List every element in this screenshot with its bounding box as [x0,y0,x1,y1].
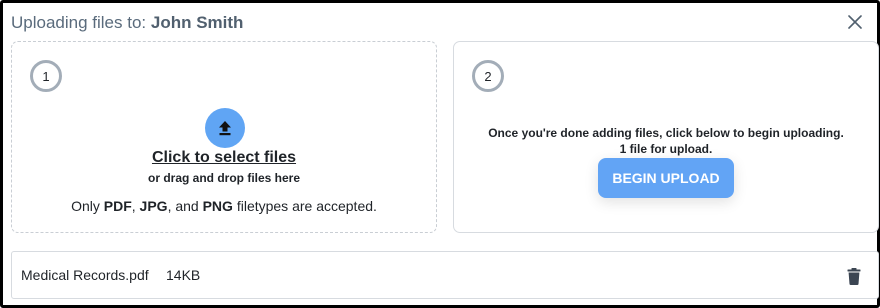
type-pdf: PDF [103,198,132,214]
types-prefix: Only [71,198,100,214]
begin-upload-button[interactable]: BEGIN UPLOAD [598,158,734,198]
trash-icon [847,267,861,285]
drag-drop-hint: or drag and drop files here [147,171,301,185]
recipient-name: John Smith [150,13,244,32]
delete-file-button[interactable] [844,265,864,287]
type-png: PNG [202,198,233,214]
upload-dialog: Uploading files to: John Smith 1 Click t… [0,0,880,308]
dialog-header: Uploading files to: John Smith [9,12,867,34]
upload-instructions: Once you're done adding files, click bel… [488,126,844,140]
step-number-2: 2 [472,60,504,92]
step-number-1: 1 [30,60,62,92]
types-suffix: filetypes are accepted. [236,198,377,214]
file-name: Medical Records.pdf [21,267,149,283]
file-list-item: Medical Records.pdf 14KB [11,251,879,299]
types-sep-1: , [131,198,136,214]
file-size: 14KB [166,267,201,283]
upload-arrow-icon [219,121,231,136]
file-drop-zone[interactable]: 1 Click to select files or drag and drop… [11,41,437,233]
dialog-title: Uploading files to: John Smith [11,13,243,33]
select-files-link[interactable]: Click to select files [12,149,436,167]
file-count: 1 file for upload. [619,142,713,156]
types-sep-2: , and [167,198,199,214]
title-prefix: Uploading files to: [11,13,147,32]
begin-upload-panel: 2 Once you're done adding files, click b… [453,41,879,233]
type-jpg: JPG [139,198,168,214]
accepted-types-note: Only PDF, JPG, and PNG filetypes are acc… [12,198,436,214]
close-button[interactable] [845,12,865,32]
close-icon [848,15,862,29]
upload-button[interactable] [205,108,245,148]
